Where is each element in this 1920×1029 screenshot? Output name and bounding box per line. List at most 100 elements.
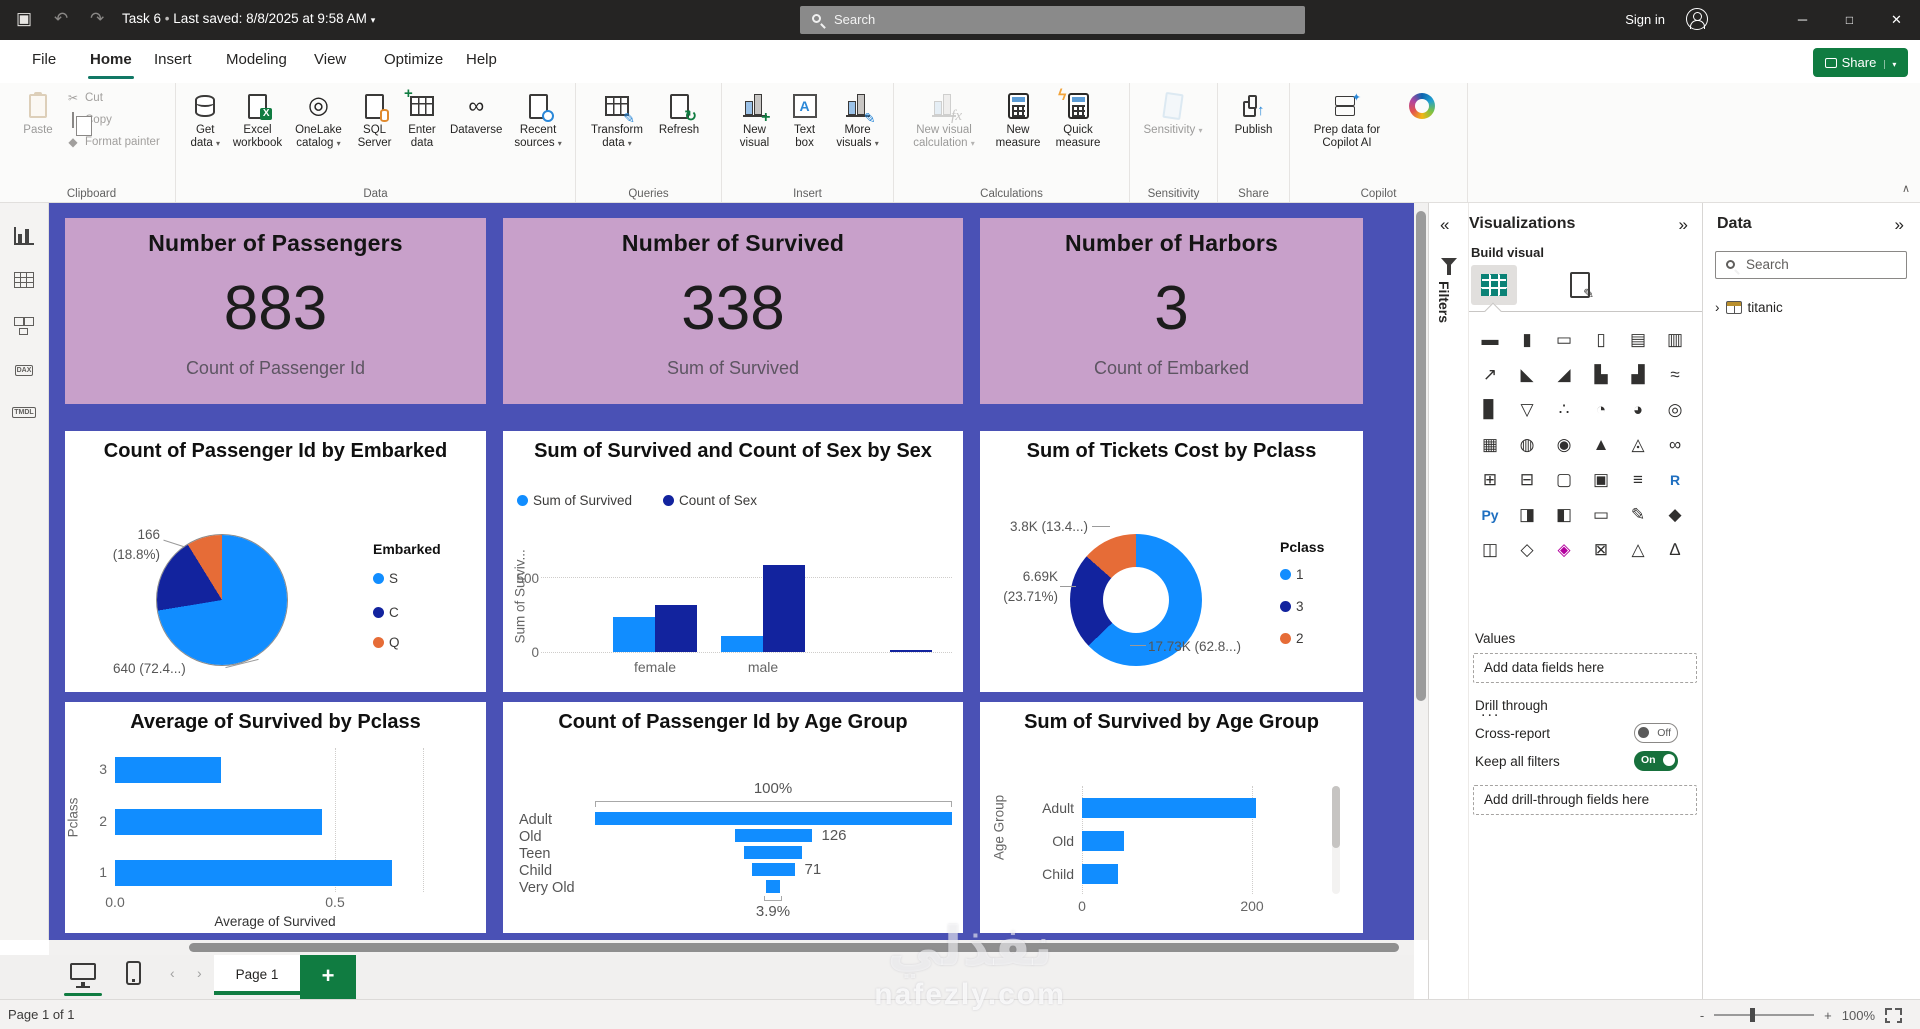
chevron-right-icon[interactable]: › (1715, 300, 1720, 315)
visual-icon-slicer[interactable]: ∞ (1660, 430, 1690, 460)
fit-to-page-icon[interactable] (1885, 1007, 1902, 1023)
sidebar-item-table-view[interactable] (9, 265, 39, 295)
column-female-count-of-sex[interactable] (655, 605, 697, 652)
visual-icon-get-more-visuals[interactable]: ∆ (1660, 535, 1690, 565)
refresh-button[interactable]: ↻ Refresh (653, 87, 705, 140)
text-box-button[interactable]: A Text box (782, 87, 827, 153)
visual-icon-r-script-visual[interactable]: R (1660, 465, 1690, 495)
cut-button[interactable]: ✂ Cut (64, 87, 160, 109)
save-icon[interactable]: ▣ (16, 9, 32, 29)
account-avatar-icon[interactable] (1686, 8, 1708, 30)
donut-chart-pclass[interactable]: Sum of Tickets Cost by Pclass 3.8K (13.4… (980, 431, 1363, 692)
visual-icon-custom-visual[interactable]: △ (1623, 535, 1653, 565)
new-visual-button[interactable]: + New visual (729, 87, 780, 153)
visual-icon-metrics[interactable]: ◆ (1660, 500, 1690, 530)
visual-icon-stacked-bar-chart[interactable]: ▬ (1475, 325, 1505, 355)
visual-icon-card[interactable]: ▢ (1549, 465, 1579, 495)
legend-item-sum-of-survived[interactable]: Sum of Survived (517, 493, 632, 508)
sidebar-item-model-view[interactable] (9, 311, 39, 341)
visual-icon-arcgis-map[interactable]: ◬ (1623, 430, 1653, 460)
bar-pclass-1[interactable] (115, 860, 392, 886)
bar-age-old[interactable] (1082, 831, 1124, 851)
menu-item-insert[interactable]: Insert (150, 40, 196, 83)
visual-icon-kpi[interactable]: ≡ (1623, 465, 1653, 495)
recent-sources-button[interactable]: Recent sources ▾ (508, 87, 568, 153)
canvas-horizontal-scrollbar[interactable] (49, 940, 1414, 955)
visual-icon-pie-chart[interactable]: ◔ (1586, 395, 1616, 425)
legend-item-C[interactable]: C (373, 605, 399, 620)
mobile-view-icon[interactable] (126, 961, 141, 985)
legend-item-count-of-sex[interactable]: Count of Sex (663, 493, 757, 508)
visual-icon-line-chart[interactable]: ↗ (1475, 360, 1505, 390)
desktop-view-icon[interactable] (70, 963, 96, 988)
new-visual-calculation-button[interactable]: fx New visual calculation ▾ (901, 87, 987, 153)
expand-pane-icon[interactable]: » (1679, 215, 1688, 235)
scrollbar-thumb[interactable] (189, 943, 1399, 952)
visual-icon-table[interactable]: ⊞ (1475, 465, 1505, 495)
tab-page-1[interactable]: Page 1 (214, 955, 300, 995)
dataverse-button[interactable]: ∞ Dataverse (446, 87, 506, 140)
sidebar-item-dax-query-view[interactable]: DAX (9, 355, 39, 385)
funnel-bar-old[interactable] (734, 829, 812, 842)
cross-report-toggle[interactable]: Off (1634, 723, 1678, 743)
legend-item-Q[interactable]: Q (373, 635, 400, 650)
kpi-card-survived[interactable]: Number of Survived 338 Sum of Survived (503, 218, 963, 404)
bar-chart-survived-age[interactable]: Sum of Survived by Age Group 0 200 Adult Ol… (980, 702, 1363, 933)
copy-button[interactable]: Copy (64, 109, 160, 131)
column-male-sum-of-survived[interactable] (721, 636, 763, 652)
visual-icon-hundred-stacked-bar-chart[interactable]: ▤ (1623, 325, 1653, 355)
sql-server-button[interactable]: SQL Server (351, 87, 397, 153)
sidebar-item-report-view[interactable] (9, 221, 39, 251)
bar-chart-avg-survived[interactable]: Average of Survived by Pclass 0.0 0.5 3 2 1 A… (65, 702, 486, 933)
table-item-titanic[interactable]: › titanic (1715, 295, 1907, 321)
maximize-button[interactable]: □ (1826, 0, 1873, 40)
get-data-button[interactable]: Get data ▾ (183, 87, 227, 153)
share-button[interactable]: Share ▾ (1813, 48, 1908, 77)
visual-icon-stacked-column-chart[interactable]: ▮ (1512, 325, 1542, 355)
scrollbar-thumb[interactable] (1416, 211, 1426, 701)
column-chart-sex[interactable]: Sum of Survived and Count of Sex by Sex … (503, 431, 963, 692)
collapse-pane-icon[interactable]: « (1440, 215, 1449, 235)
visual-icon-funnel-chart[interactable]: ▽ (1512, 395, 1542, 425)
bar-pclass-2[interactable] (115, 809, 322, 835)
visual-icon-ribbon-chart[interactable]: ≈ (1660, 360, 1690, 390)
visual-icon-power-automate[interactable]: ◈ (1549, 535, 1579, 565)
zoom-slider-thumb[interactable] (1750, 1008, 1756, 1022)
prep-data-for-copilot-ai-button[interactable]: ✦ Prep data for Copilot AI (1297, 87, 1397, 153)
filters-label[interactable]: Filters (1436, 281, 1452, 323)
visual-icon-key-influencers[interactable]: ◨ (1512, 500, 1542, 530)
menu-item-view[interactable]: View (310, 40, 350, 83)
chart-inner-scrollbar[interactable] (1332, 786, 1340, 894)
document-title[interactable]: Task 6 • Last saved: 8/8/2025 at 9:58 AM… (122, 11, 375, 26)
column-blank-count-of-sex[interactable] (890, 650, 932, 652)
visual-icon-clustered-column-chart[interactable]: ▯ (1586, 325, 1616, 355)
copilot-logo-button[interactable] (1399, 87, 1445, 127)
paste-button[interactable]: Paste (15, 87, 61, 140)
visual-icon-shape-map[interactable]: ◉ (1549, 430, 1579, 460)
funnel-bar-child[interactable] (751, 863, 795, 876)
menu-item-modeling[interactable]: Modeling (222, 40, 291, 83)
visual-icon-azure-map[interactable]: ▲ (1586, 430, 1616, 460)
tab-format-visual[interactable] (1557, 265, 1603, 305)
keep-all-filters-toggle[interactable]: On (1634, 751, 1678, 771)
visual-icon-q-and-a[interactable]: ⊠ (1586, 535, 1616, 565)
visual-icon-scatter-chart[interactable]: ∴ (1549, 395, 1579, 425)
kpi-card-harbors[interactable]: Number of Harbors 3 Count of Embarked (980, 218, 1363, 404)
visual-icon-filled-map[interactable]: ◍ (1512, 430, 1542, 460)
visual-icon-map[interactable]: ▦ (1475, 430, 1505, 460)
canvas-vertical-scrollbar[interactable] (1414, 203, 1428, 940)
legend-item-2[interactable]: 2 (1280, 631, 1304, 646)
column-female-sum-of-survived[interactable] (613, 617, 655, 652)
report-canvas[interactable]: Number of Passengers 883 Count of Passen… (49, 203, 1414, 940)
visual-icon-matrix[interactable]: ⊟ (1512, 465, 1542, 495)
menu-item-help[interactable]: Help (462, 40, 501, 83)
enter-data-button[interactable]: + Enter data (400, 86, 444, 153)
bar-pclass-3[interactable] (115, 757, 221, 783)
publish-button[interactable]: Publish (1225, 87, 1282, 140)
zoom-slider[interactable] (1714, 1008, 1815, 1022)
sidebar-item-tmdl-view[interactable]: TMDL (9, 397, 39, 427)
minimize-button[interactable]: ─ (1779, 0, 1826, 40)
legend-item-1[interactable]: 1 (1280, 567, 1304, 582)
prev-page-arrow[interactable]: ‹ (170, 965, 175, 981)
redo-icon[interactable]: ↷ (90, 9, 104, 29)
